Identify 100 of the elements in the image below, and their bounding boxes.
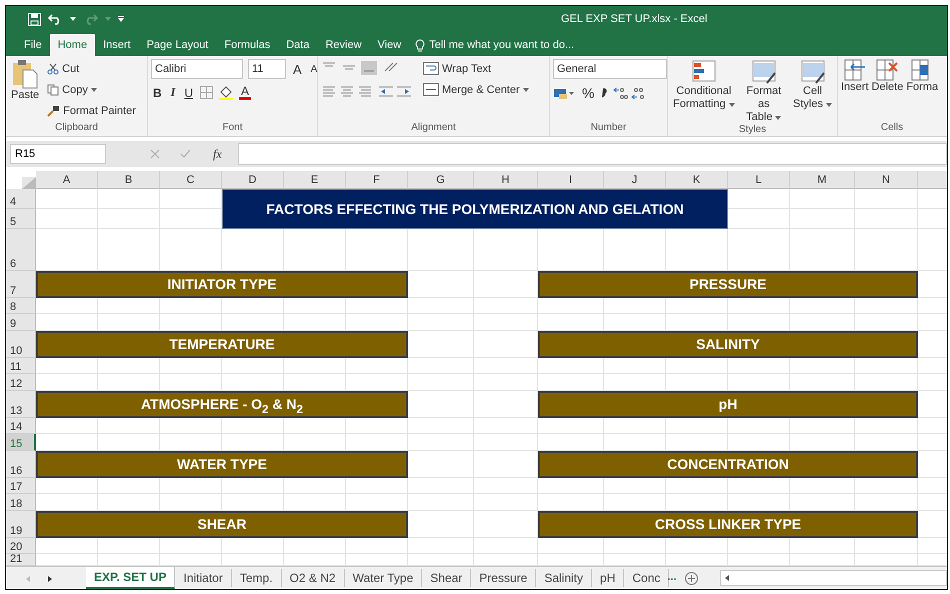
group-label: Styles [738, 124, 768, 136]
row-header[interactable]: 21 [6, 554, 36, 566]
sheet-tab[interactable]: Water Type [344, 569, 422, 587]
row-header[interactable]: 16 [6, 451, 36, 478]
ribbon-tab[interactable]: Formulas [216, 34, 278, 56]
sheet-tab[interactable]: pH [592, 569, 624, 587]
sheet-tab[interactable]: Pressure [471, 569, 536, 587]
number-format-field[interactable]: General [553, 59, 667, 79]
ribbon-tab[interactable]: Review [317, 34, 370, 56]
ribbon-tab[interactable]: Insert [95, 34, 139, 56]
table-cell [474, 374, 538, 391]
cut-button[interactable]: Cut [45, 59, 138, 78]
row-header[interactable]: 9 [6, 314, 36, 331]
table-cell [408, 478, 474, 494]
comma-style-icon[interactable] [601, 88, 608, 98]
add-sheet-icon[interactable] [684, 572, 698, 585]
row-header[interactable]: 15 [6, 434, 36, 451]
cells-button[interactable]: Forma [905, 59, 940, 93]
font-size-field[interactable]: 11 [248, 59, 286, 79]
ribbon-tab[interactable]: View [370, 34, 410, 56]
scroll-left-icon[interactable] [724, 575, 729, 581]
fill-color-icon[interactable] [218, 86, 234, 100]
tell-me-field[interactable]: Tell me what you want to do... [429, 39, 574, 51]
column-header[interactable]: M [790, 171, 855, 189]
ribbon-tab[interactable]: Data [278, 34, 318, 56]
styles-button[interactable]: Format as Table [740, 59, 788, 124]
sheet-tab[interactable]: Temp. [232, 569, 282, 587]
row-header[interactable]: 13 [6, 391, 36, 418]
row-header[interactable]: 4 [6, 189, 36, 209]
ribbon-tab[interactable]: File [16, 34, 50, 56]
table-cell [474, 478, 538, 494]
borders-icon[interactable] [200, 86, 214, 99]
row-header[interactable]: 14 [6, 418, 36, 434]
row-header[interactable]: 11 [6, 358, 36, 374]
copy-button[interactable]: Copy [45, 80, 138, 99]
paste-button[interactable]: Paste [9, 59, 42, 101]
merge-center-button[interactable]: Merge & Center [421, 80, 531, 99]
sheet-tab[interactable]: Shear [422, 569, 472, 587]
column-header[interactable]: D [222, 171, 284, 189]
column-header[interactable]: K [666, 171, 728, 189]
column-header[interactable]: C [160, 171, 222, 189]
ribbon-tab[interactable]: Home [50, 34, 96, 56]
more-sheets-button[interactable]: ... [667, 571, 677, 583]
row-header[interactable]: 6 [6, 229, 36, 271]
sheet-tab[interactable]: Conc [624, 569, 670, 587]
cells-button[interactable]: Delete [870, 59, 904, 93]
row-header[interactable]: 5 [6, 209, 36, 229]
factor-header: SHEAR [36, 511, 408, 538]
font-color-button[interactable]: A [239, 85, 252, 100]
save-icon[interactable] [28, 12, 41, 26]
column-header[interactable]: L [728, 171, 790, 189]
row-header[interactable]: 20 [6, 538, 36, 554]
column-header[interactable]: I [538, 171, 604, 189]
row-header[interactable]: 17 [6, 478, 36, 494]
row-header[interactable]: 18 [6, 494, 36, 511]
sheet-tab[interactable]: O2 & N2 [282, 569, 345, 587]
ribbon-tab[interactable]: Page Layout [138, 34, 216, 56]
column-header[interactable]: B [98, 171, 160, 189]
row-header[interactable]: 19 [6, 511, 36, 538]
next-sheet-icon[interactable] [48, 576, 52, 582]
row-header[interactable]: 8 [6, 298, 36, 314]
group-label: Cells [880, 122, 904, 135]
column-header[interactable]: A [36, 171, 98, 189]
check-icon[interactable] [180, 149, 191, 159]
column-header[interactable]: E [284, 171, 346, 189]
factor-header: TEMPERATURE [36, 331, 408, 358]
formula-field[interactable] [238, 143, 947, 165]
caret-icon[interactable] [70, 17, 76, 21]
insert-function-button[interactable]: fx [213, 146, 222, 162]
table-cell [474, 494, 538, 511]
column-header[interactable]: N [855, 171, 918, 189]
group-label: Clipboard [54, 122, 99, 135]
sheet-tab[interactable]: Initiator [175, 569, 232, 587]
font-name-field[interactable]: Calibri [151, 59, 243, 79]
wrap-text-button[interactable]: Wrap Text [421, 59, 531, 78]
currency-icon[interactable] [553, 86, 575, 100]
underline-button[interactable]: U [182, 86, 196, 100]
horizontal-scrollbar[interactable] [720, 570, 947, 586]
grow-font-button[interactable]: A [291, 62, 304, 76]
row-header[interactable]: 12 [6, 374, 36, 391]
column-header[interactable]: H [474, 171, 538, 189]
sheet-tab[interactable]: EXP. SET UP [86, 567, 176, 589]
shrink-font-button[interactable]: A [308, 64, 320, 74]
bold-button[interactable]: B [151, 86, 164, 100]
styles-button[interactable]: Cell Styles [791, 59, 834, 111]
cells-button[interactable]: Insert [840, 59, 870, 93]
percent-button[interactable]: % [580, 85, 596, 101]
factor-header: CONCENTRATION [538, 451, 918, 478]
italic-button[interactable]: I [168, 85, 178, 100]
customize-toolbar-icon[interactable] [118, 16, 124, 22]
row-header[interactable]: 10 [6, 331, 36, 358]
column-header[interactable]: F [346, 171, 408, 189]
sheet-tab[interactable]: Salinity [536, 569, 592, 587]
column-header[interactable]: J [604, 171, 666, 189]
column-header[interactable]: G [408, 171, 474, 189]
row-header[interactable]: 7 [6, 271, 36, 298]
format-painter-button[interactable]: Format Painter [45, 101, 138, 120]
styles-button[interactable]: Conditional Formatting [671, 59, 737, 111]
table-cell [790, 209, 855, 229]
name-box[interactable]: R15 [10, 144, 106, 164]
